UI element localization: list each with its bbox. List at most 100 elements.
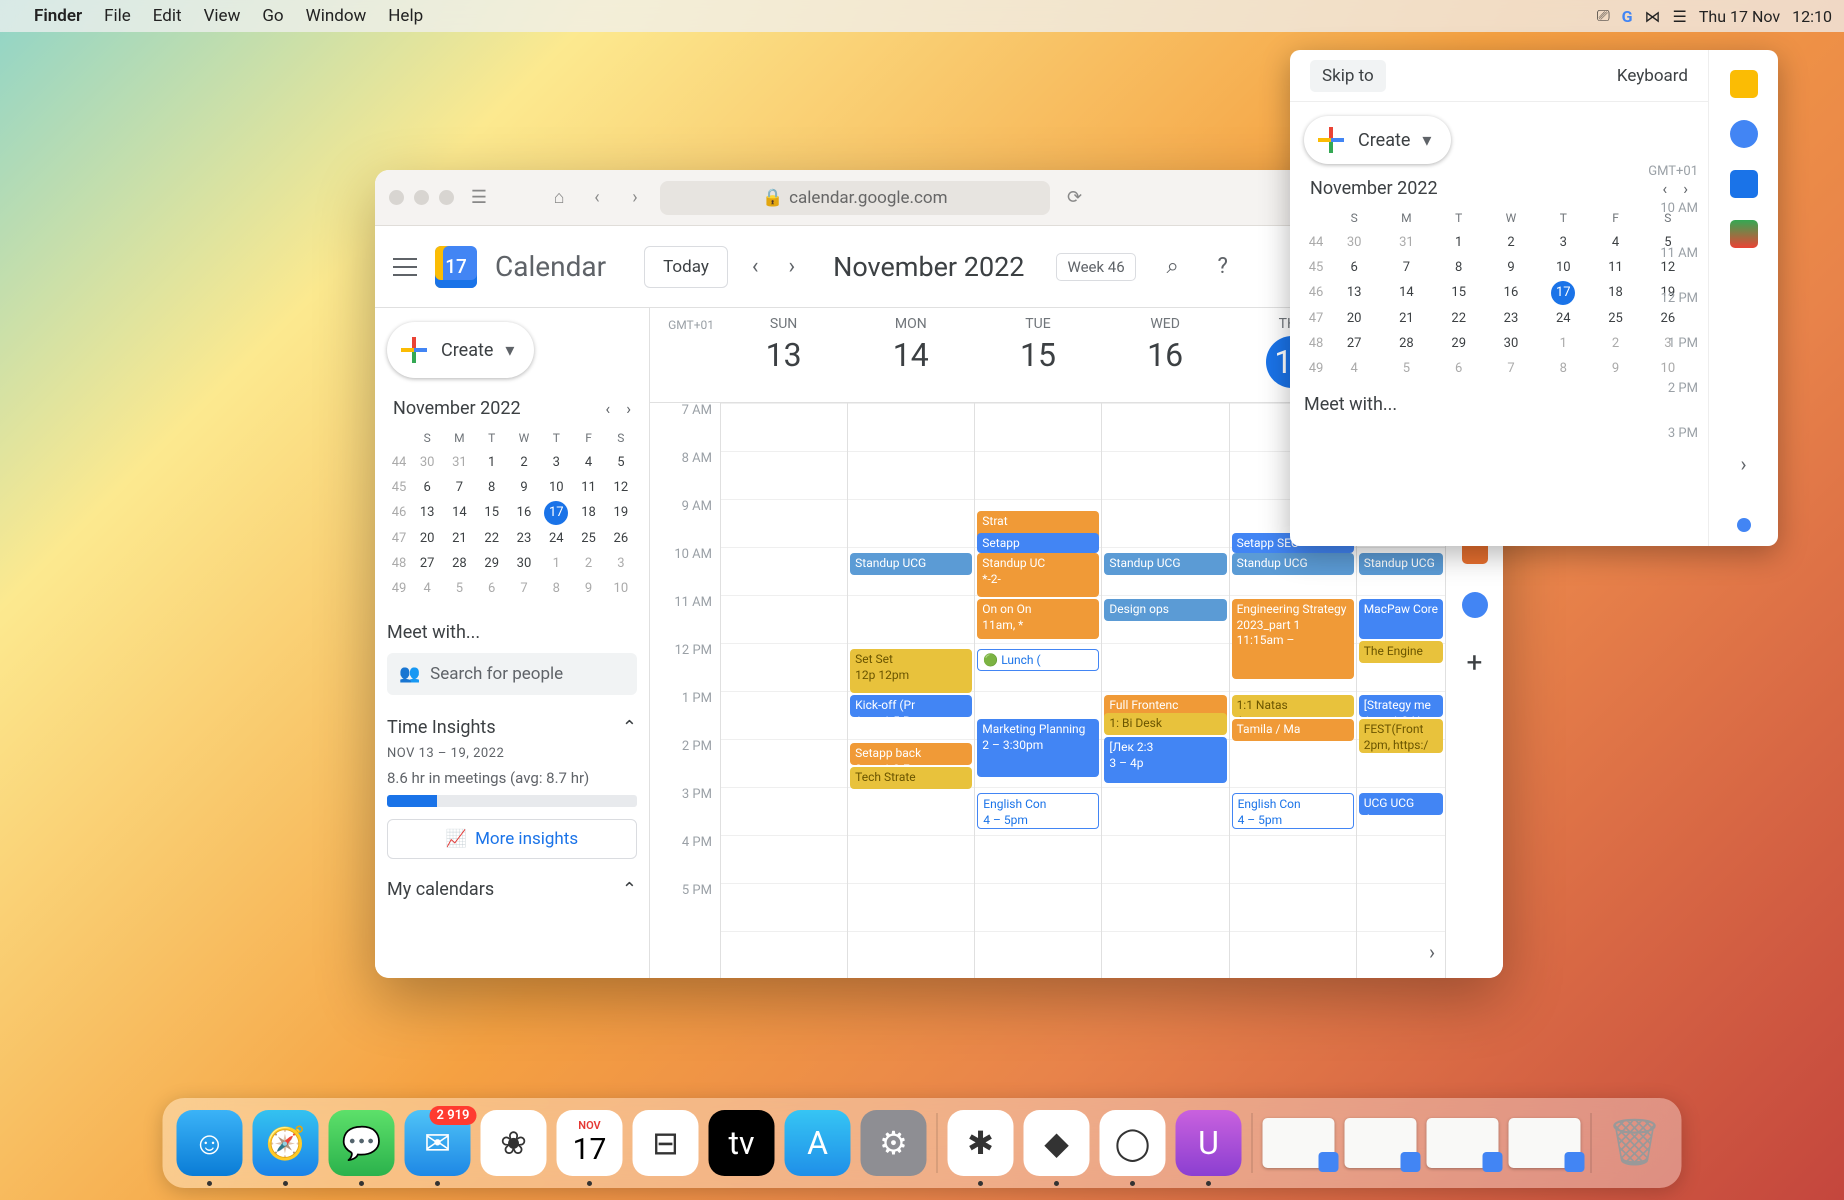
- dock-photos[interactable]: ❀: [481, 1110, 547, 1176]
- dock-appstore[interactable]: A: [785, 1110, 851, 1176]
- day-header[interactable]: SUN13: [720, 308, 847, 402]
- more-insights-button[interactable]: 📈 More insights: [387, 819, 637, 859]
- mini-day[interactable]: 2: [572, 552, 604, 575]
- calendar-event[interactable]: Tamila / Ma: [1232, 719, 1354, 741]
- mini-day[interactable]: 13: [411, 501, 443, 525]
- calendar-event[interactable]: Marketing Planning2 – 3:30pm: [977, 719, 1099, 777]
- menu-view[interactable]: View: [204, 6, 241, 26]
- menu-go[interactable]: Go: [262, 6, 283, 26]
- mini-day[interactable]: 21: [1380, 307, 1432, 330]
- menu-window[interactable]: Window: [306, 6, 367, 26]
- dock-window-thumb[interactable]: [1509, 1118, 1581, 1168]
- calendar-event[interactable]: Tech Strate: [850, 767, 972, 789]
- forward-icon[interactable]: ›: [622, 185, 648, 211]
- mini-day[interactable]: 17: [1551, 281, 1575, 305]
- mini-day[interactable]: 1: [1537, 332, 1589, 355]
- menubar-date[interactable]: Thu 17 Nov: [1699, 7, 1780, 26]
- mini-day[interactable]: 22: [476, 527, 508, 550]
- calendar-event[interactable]: [Лек 2:33 – 4p: [1104, 737, 1226, 783]
- mini-day[interactable]: 13: [1328, 281, 1380, 305]
- mini-day[interactable]: 9: [572, 577, 604, 600]
- mini-day[interactable]: 1: [476, 451, 508, 474]
- mini-day[interactable]: 16: [1485, 281, 1537, 305]
- mini-day[interactable]: 24: [1537, 307, 1589, 330]
- dock-slack[interactable]: ✱: [948, 1110, 1014, 1176]
- dock-appletv[interactable]: tv: [709, 1110, 775, 1176]
- mini-day[interactable]: 28: [443, 552, 475, 575]
- window-controls[interactable]: [389, 190, 454, 205]
- mini-day[interactable]: 4: [1328, 357, 1380, 380]
- control-center-icon[interactable]: ☰: [1673, 7, 1687, 26]
- tasks-icon[interactable]: [1730, 120, 1758, 148]
- calendar-event[interactable]: Standup UCG: [1359, 553, 1443, 575]
- dock-calendar[interactable]: NOV17: [557, 1110, 623, 1176]
- mini-day[interactable]: 21: [443, 527, 475, 550]
- day-header[interactable]: WED16: [1102, 308, 1229, 402]
- google-status-icon[interactable]: G: [1622, 7, 1633, 26]
- calendar-event[interactable]: UCG UCG4pm,: [1359, 793, 1443, 815]
- dock-mail[interactable]: ✉2 919: [405, 1110, 471, 1176]
- mini-day[interactable]: 6: [1433, 357, 1485, 380]
- mini-day[interactable]: 23: [1485, 307, 1537, 330]
- mini-day[interactable]: 9: [1589, 357, 1641, 380]
- calendar-event[interactable]: FEST(Front2pm, https:/: [1359, 719, 1443, 753]
- mini-day[interactable]: 10: [605, 577, 637, 600]
- popup-create-button[interactable]: Create ▾: [1304, 116, 1451, 164]
- day-column[interactable]: StratsesSetappStandup UC*-2-On on On11am…: [974, 403, 1101, 978]
- mini-day[interactable]: 16: [508, 501, 540, 525]
- mini-day[interactable]: 30: [411, 451, 443, 474]
- app-name[interactable]: Finder: [34, 6, 82, 26]
- mini-day[interactable]: 31: [443, 451, 475, 474]
- calendar-event[interactable]: Kick-off (Pr1pm, *-5-Ro: [850, 695, 972, 717]
- calendar-event[interactable]: [Strategy me1pm, *-2-Ne: [1359, 695, 1443, 717]
- calendar-event[interactable]: English Con4 – 5pm: [977, 793, 1099, 829]
- mini-day[interactable]: 31: [1380, 231, 1432, 254]
- mini-day[interactable]: 2: [508, 451, 540, 474]
- day-column[interactable]: Standup UCGSet Set12p 12pmKick-off (Pr1p…: [847, 403, 974, 978]
- mini-day[interactable]: 3: [1537, 231, 1589, 254]
- time-insights-header[interactable]: Time Insights ⌃: [387, 717, 637, 738]
- mini-day[interactable]: 5: [605, 451, 637, 474]
- mini-day[interactable]: 30: [508, 552, 540, 575]
- calendar-event[interactable]: Setapp back2pm, *-2-Fas: [850, 743, 972, 765]
- mini-day[interactable]: 26: [605, 527, 637, 550]
- scroll-right-icon[interactable]: ›: [1429, 940, 1435, 964]
- mini-day[interactable]: 22: [1433, 307, 1485, 330]
- calendar-event[interactable]: Design ops: [1104, 599, 1226, 621]
- dock-chrome[interactable]: ◯: [1100, 1110, 1166, 1176]
- mini-day[interactable]: 27: [411, 552, 443, 575]
- skip-to-button[interactable]: Skip to: [1310, 60, 1386, 92]
- calendar-event[interactable]: Setapp: [977, 533, 1099, 553]
- menubar-time[interactable]: 12:10: [1792, 7, 1832, 26]
- bowtie-icon[interactable]: ⋈: [1645, 7, 1661, 26]
- mini-day[interactable]: 2: [1485, 231, 1537, 254]
- mini-day[interactable]: 4: [411, 577, 443, 600]
- day-column[interactable]: [720, 403, 847, 978]
- calendar-event[interactable]: The Engine: [1359, 641, 1443, 663]
- mini-day[interactable]: 5: [443, 577, 475, 600]
- search-people-input[interactable]: 👥 Search for people: [387, 653, 637, 695]
- popup-expand-icon[interactable]: ›: [1740, 452, 1746, 476]
- mini-day[interactable]: 28: [1380, 332, 1432, 355]
- next-period-icon[interactable]: ›: [782, 254, 801, 279]
- create-button[interactable]: Create ▾: [387, 322, 534, 378]
- mini-day[interactable]: 18: [572, 501, 604, 525]
- mini-day[interactable]: 29: [476, 552, 508, 575]
- mini-day[interactable]: 7: [508, 577, 540, 600]
- dock-nova[interactable]: U: [1176, 1110, 1242, 1176]
- mini-day[interactable]: 3: [605, 552, 637, 575]
- mini-day[interactable]: 11: [572, 476, 604, 499]
- mini-day[interactable]: 9: [508, 476, 540, 499]
- mini-day[interactable]: 24: [540, 527, 572, 550]
- mini-day[interactable]: 4: [572, 451, 604, 474]
- mini-day[interactable]: 25: [1589, 307, 1641, 330]
- mini-day[interactable]: 3: [540, 451, 572, 474]
- mini-day[interactable]: 15: [1433, 281, 1485, 305]
- mini-day[interactable]: 20: [1328, 307, 1380, 330]
- keep-icon[interactable]: [1730, 70, 1758, 98]
- dock-finder[interactable]: ☺: [177, 1110, 243, 1176]
- mini-day[interactable]: 20: [411, 527, 443, 550]
- reload-icon[interactable]: ⟳: [1062, 185, 1088, 211]
- mini-day[interactable]: 9: [1485, 256, 1537, 279]
- mini-day[interactable]: 6: [411, 476, 443, 499]
